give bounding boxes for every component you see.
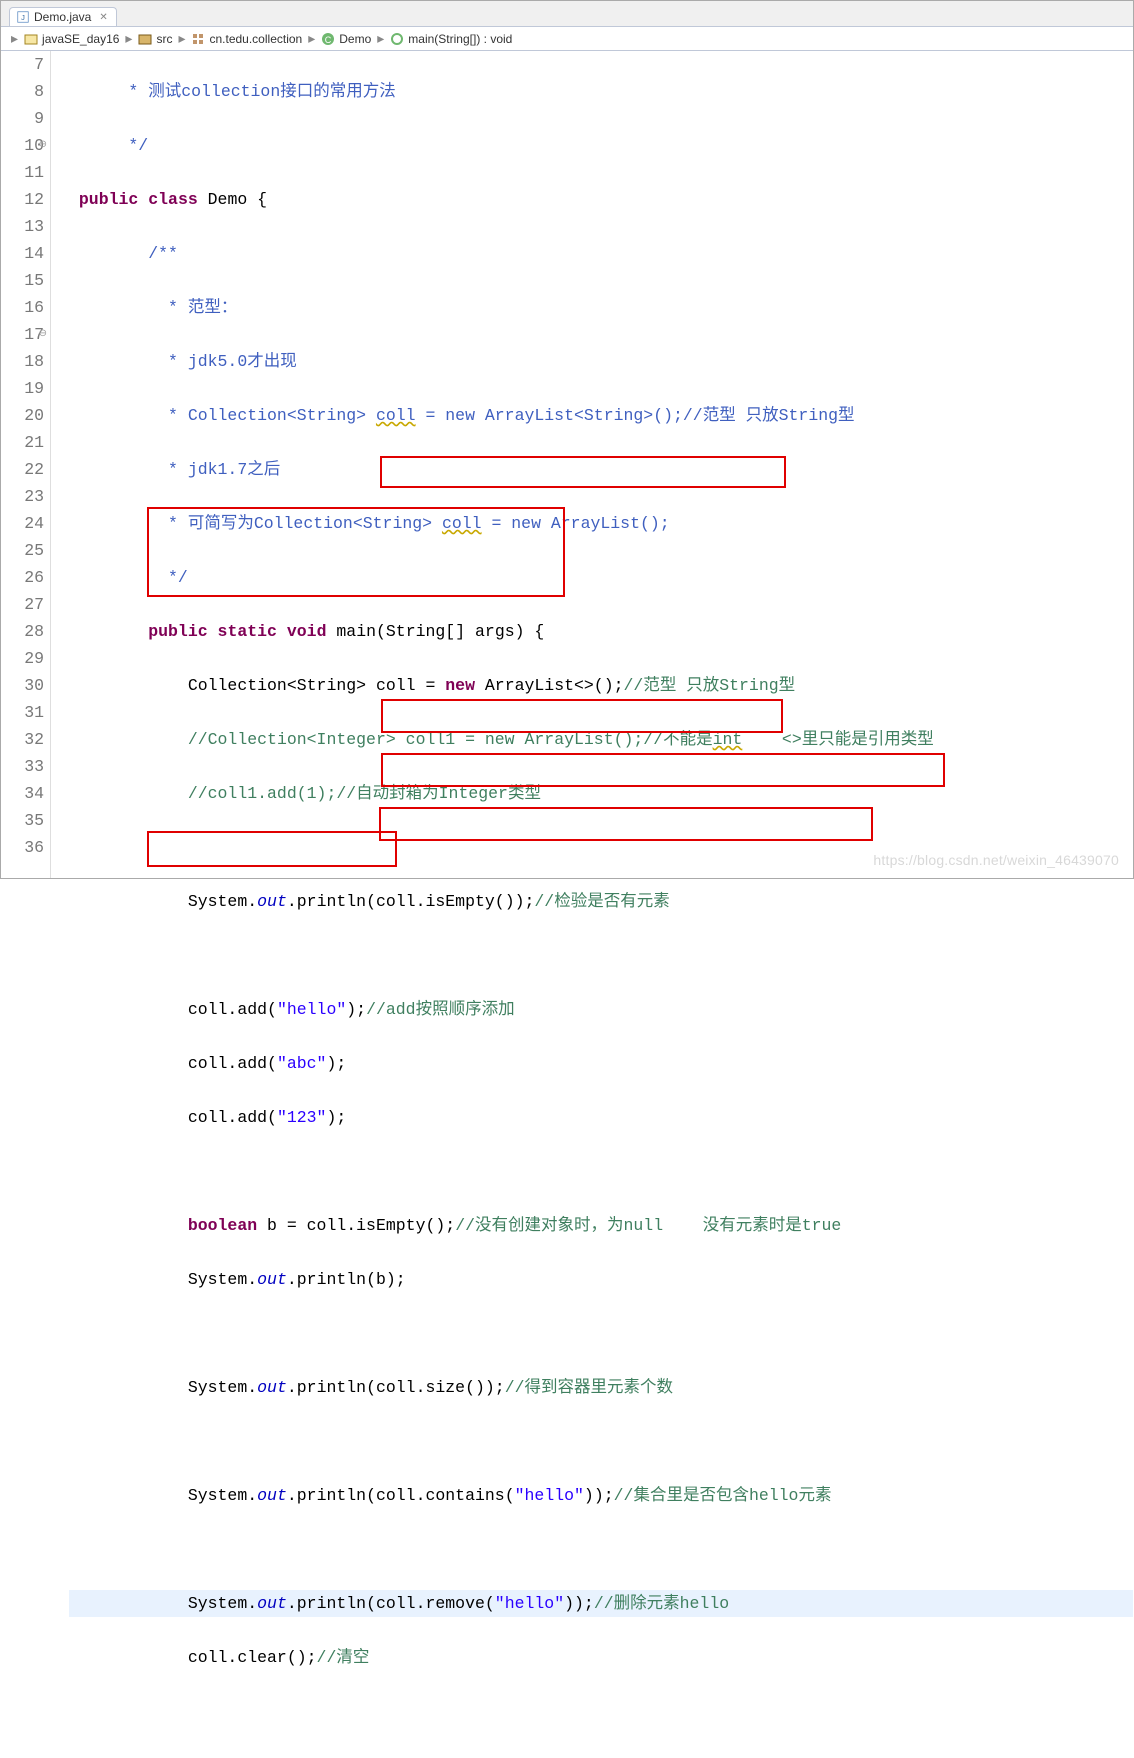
comment: //检验是否有元素 xyxy=(534,892,669,911)
marker-bar xyxy=(51,51,65,878)
code-text: .println(coll.contains( xyxy=(287,1486,515,1505)
breadcrumb-class[interactable]: Demo xyxy=(339,32,371,46)
breadcrumb-project[interactable]: javaSE_day16 xyxy=(42,32,119,46)
string: "hello" xyxy=(515,1486,584,1505)
code-text: )); xyxy=(584,1486,614,1505)
code-text: System. xyxy=(69,1594,257,1613)
editor-tab-demo-java[interactable]: J Demo.java ✕ xyxy=(9,7,117,26)
code-text: coll xyxy=(376,406,416,425)
breadcrumb: ▸ javaSE_day16 ▸ src ▸ cn.tedu.collectio… xyxy=(1,27,1133,51)
field-out: out xyxy=(257,1486,287,1505)
code-text: */ xyxy=(69,136,148,155)
breadcrumb-src[interactable]: src xyxy=(156,32,172,46)
code-text: * Collection<String> xyxy=(69,406,376,425)
string: "123" xyxy=(277,1108,327,1127)
code-text: b = coll.isEmpty(); xyxy=(257,1216,455,1235)
code-text: */ xyxy=(69,568,188,587)
comment: //范型 只放String型 xyxy=(624,676,796,695)
src-folder-icon xyxy=(138,32,152,46)
code-text: Collection<String> coll = xyxy=(69,676,445,695)
code-text: ); xyxy=(326,1054,346,1073)
breadcrumb-method[interactable]: main(String[]) : void xyxy=(408,32,512,46)
code-text: /** xyxy=(69,244,178,263)
code-text: ); xyxy=(346,1000,366,1019)
class-icon: C xyxy=(321,32,335,46)
code-text: Demo { xyxy=(208,190,267,209)
comment: //没有创建对象时，为null 没有元素时是true xyxy=(455,1216,841,1235)
chevron-right-icon: ▸ xyxy=(125,30,132,47)
comment: //得到容器里元素个数 xyxy=(505,1378,673,1397)
code-text: .println(coll.size()); xyxy=(287,1378,505,1397)
chevron-right-icon: ▸ xyxy=(178,30,185,47)
comment: //add按照顺序添加 xyxy=(366,1000,515,1019)
field-out: out xyxy=(257,1378,287,1397)
string: "hello" xyxy=(495,1594,564,1613)
method-icon xyxy=(390,32,404,46)
comment: int xyxy=(713,730,743,749)
editor-tab-bar: J Demo.java ✕ xyxy=(1,1,1133,27)
field-out: out xyxy=(257,1594,287,1613)
comment: //清空 xyxy=(317,1648,370,1667)
code-area[interactable]: * 测试collection接口的常用方法 */ public class De… xyxy=(65,51,1133,878)
code-text: coll.add( xyxy=(69,1000,277,1019)
code-text: .println(coll.isEmpty()); xyxy=(287,892,535,911)
package-icon xyxy=(191,32,205,46)
code-text xyxy=(69,730,188,749)
code-text: * 测试collection接口的常用方法 xyxy=(69,82,396,101)
project-icon xyxy=(24,32,38,46)
comment: //coll1.add(1);//自动封箱为Integer类型 xyxy=(69,784,541,803)
code-text: ArrayList<>(); xyxy=(475,676,624,695)
code-text: .println(b); xyxy=(287,1270,406,1289)
watermark: https://blog.csdn.net/weixin_46439070 xyxy=(873,852,1119,868)
string: "abc" xyxy=(277,1054,327,1073)
comment: //集合里是否包含hello元素 xyxy=(614,1486,832,1505)
chevron-right-icon: ▸ xyxy=(308,30,315,47)
code-editor[interactable]: 7 8 9 10 11 12 13 14 15 16 17 18 19 20 2… xyxy=(1,51,1133,878)
kw-void: void xyxy=(287,622,327,641)
code-text: coll.add( xyxy=(69,1054,277,1073)
chevron-right-icon: ▸ xyxy=(377,30,384,47)
breadcrumb-package[interactable]: cn.tedu.collection xyxy=(209,32,302,46)
code-text: * jdk5.0才出现 xyxy=(69,352,297,371)
code-text xyxy=(69,1216,188,1235)
code-text: = new ArrayList(); xyxy=(482,514,670,533)
kw-static: static xyxy=(218,622,277,641)
tab-filename: Demo.java xyxy=(34,10,91,24)
code-text: System. xyxy=(69,1486,257,1505)
field-out: out xyxy=(257,1270,287,1289)
code-text: * 可简写为Collection<String> xyxy=(69,514,442,533)
java-file-icon: J xyxy=(16,10,30,24)
line-number-gutter: 7 8 9 10 11 12 13 14 15 16 17 18 19 20 2… xyxy=(1,51,51,878)
svg-text:C: C xyxy=(325,35,332,45)
code-text: ); xyxy=(326,1108,346,1127)
kw-public: public xyxy=(79,190,138,209)
code-text: )); xyxy=(564,1594,594,1613)
kw-public: public xyxy=(148,622,207,641)
code-text: * 范型： xyxy=(69,298,237,317)
kw-boolean: boolean xyxy=(188,1216,257,1235)
kw-new: new xyxy=(445,676,475,695)
svg-text:J: J xyxy=(21,13,25,22)
close-icon[interactable]: ✕ xyxy=(99,12,107,23)
string: "hello" xyxy=(277,1000,346,1019)
code-text: System. xyxy=(69,892,257,911)
code-text: coll xyxy=(442,514,482,533)
code-text: coll.clear(); xyxy=(69,1648,317,1667)
code-text: System. xyxy=(69,1378,257,1397)
comment: //删除元素hello xyxy=(594,1594,729,1613)
field-out: out xyxy=(257,892,287,911)
code-text: .println(coll.remove( xyxy=(287,1594,495,1613)
code-text: main(String[] args) { xyxy=(336,622,544,641)
kw-class: class xyxy=(148,190,198,209)
code-text: System. xyxy=(69,1270,257,1289)
comment: <>里只能是引用类型 xyxy=(742,730,933,749)
code-text: coll.add( xyxy=(69,1108,277,1127)
code-text: = new ArrayList<String>(); xyxy=(416,406,683,425)
code-text: //范型 只放String型 xyxy=(683,406,855,425)
comment: //Collection<Integer> coll1 = new ArrayL… xyxy=(188,730,713,749)
chevron-right-icon: ▸ xyxy=(11,30,18,47)
code-text: * jdk1.7之后 xyxy=(69,460,280,479)
